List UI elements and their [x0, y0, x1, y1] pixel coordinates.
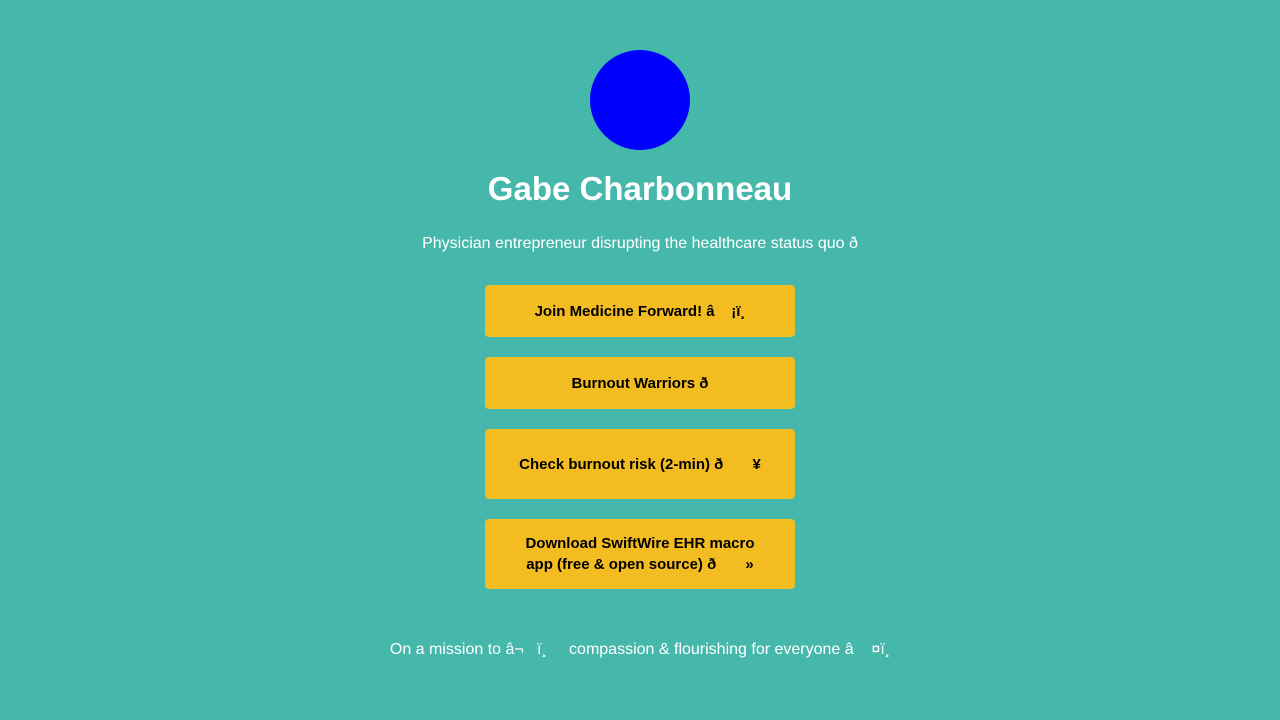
link-label: Join Medicine Forward! â ¡ï¸	[534, 302, 746, 320]
link-button-burnout-risk[interactable]: Check burnout risk (2-min) ð ¥	[485, 429, 795, 499]
profile-name: Gabe Charbonneau	[487, 170, 793, 207]
avatar	[590, 50, 690, 150]
link-button-medicine-forward[interactable]: Join Medicine Forward! â ¡ï¸	[485, 285, 795, 337]
link-list: Join Medicine Forward! â ¡ï¸ Burnout War…	[485, 285, 795, 609]
profile-tagline: Physician entrepreneur disrupting the he…	[422, 235, 858, 252]
link-label: Check burnout risk (2-min) ð ¥	[519, 455, 761, 473]
profile-page: Gabe Charbonneau Physician entrepreneur …	[0, 0, 1280, 720]
link-label: Download SwiftWire EHR macro app (free &…	[525, 535, 759, 573]
mission-statement: On a mission to â¬ ï¸ compassion & flour…	[389, 641, 891, 658]
link-label: Burnout Warriors ð	[571, 374, 709, 392]
link-button-swiftwire-download[interactable]: Download SwiftWire EHR macro app (free &…	[485, 519, 795, 589]
link-button-burnout-warriors[interactable]: Burnout Warriors ð	[485, 357, 795, 409]
